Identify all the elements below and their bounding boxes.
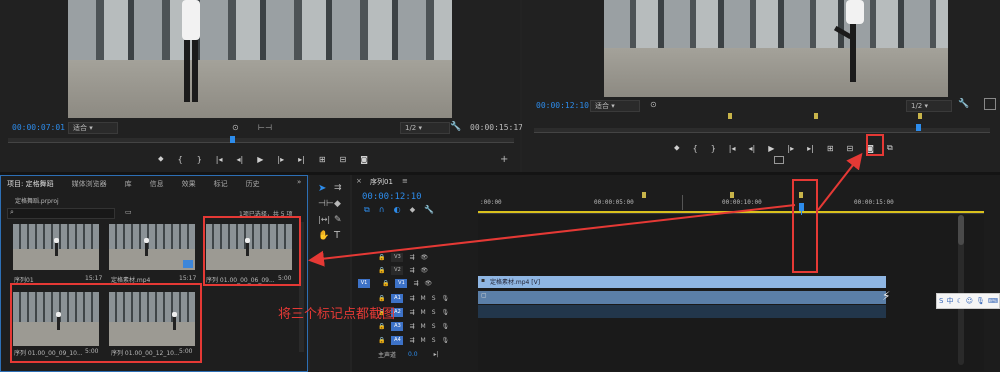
annotation-text: 将三个标记点都截图	[278, 307, 396, 322]
annotation-arrows	[308, 152, 863, 267]
annotation-arrow-to-project	[308, 204, 796, 267]
annotation-arrow-to-export	[817, 152, 863, 211]
